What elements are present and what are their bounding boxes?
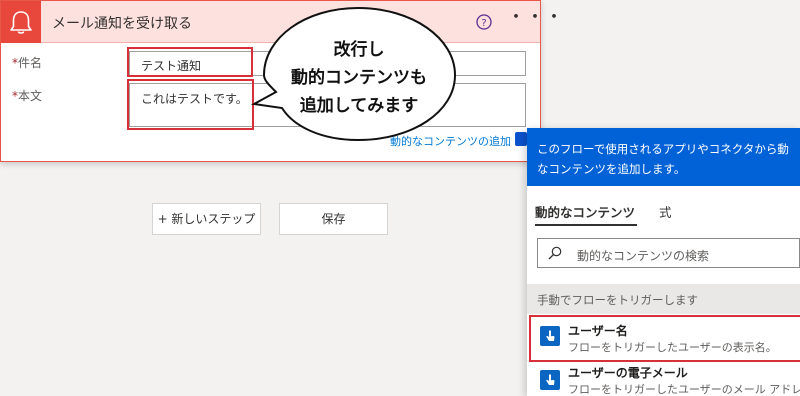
touch-hand-icon — [540, 370, 560, 390]
help-icon[interactable]: ? — [476, 14, 492, 30]
panel-header-line-1: このフローで使用されるアプリやコネクタから動 — [537, 142, 789, 156]
dynamic-content-search-input[interactable]: 動的なコンテンツの検索 — [537, 238, 800, 268]
dynamic-token-user-email[interactable]: ユーザーの電子メール フローをトリガーしたユーザーのメール アドレ — [527, 360, 800, 396]
more-options-icon[interactable]: ・・・ — [507, 9, 563, 31]
tab-dynamic-content[interactable]: 動的なコンテンツ — [535, 202, 635, 221]
notification-app-icon — [1, 1, 41, 43]
card-title: メール通知を受け取る — [52, 16, 192, 32]
dynamic-content-icon[interactable] — [515, 132, 527, 146]
body-label-text: 本文 — [18, 89, 43, 103]
trigger-section-header: 手動でフローをトリガーします — [527, 284, 800, 314]
user-name-token-highlight-box — [529, 315, 800, 362]
callout-bubble: 改行し 動的コンテンツも 追加してみます — [250, 0, 460, 150]
subject-highlight-box — [127, 47, 253, 77]
callout-line-2: 動的コンテンツも — [291, 68, 427, 88]
callout-line-3: 追加してみます — [299, 96, 419, 116]
save-button[interactable]: 保存 — [279, 203, 388, 235]
bell-icon — [10, 11, 32, 34]
tab-expression[interactable]: 式 — [659, 202, 672, 221]
svg-text:?: ? — [481, 18, 486, 29]
subject-label: *件名 — [12, 54, 42, 71]
panel-header: このフローで使用されるアプリやコネクタから動 なコンテンツを追加します。 — [527, 128, 800, 186]
search-icon — [548, 246, 562, 260]
search-placeholder: 動的なコンテンツの検索 — [577, 249, 710, 263]
token-name: ユーザーの電子メール — [568, 366, 688, 380]
panel-header-line-2: なコンテンツを追加します。 — [537, 162, 686, 176]
body-label: *本文 — [12, 87, 42, 104]
section-title: 手動でフローをトリガーします — [537, 293, 698, 307]
body-highlight-box — [127, 79, 254, 130]
hand-pointer-glyph — [546, 374, 555, 385]
new-step-button[interactable]: + 新しいステップ — [152, 203, 261, 235]
subject-label-text: 件名 — [18, 56, 43, 70]
active-tab-indicator — [535, 224, 637, 226]
token-description: フローをトリガーしたユーザーのメール アドレ — [568, 383, 800, 396]
callout-line-1: 改行し — [333, 40, 385, 60]
